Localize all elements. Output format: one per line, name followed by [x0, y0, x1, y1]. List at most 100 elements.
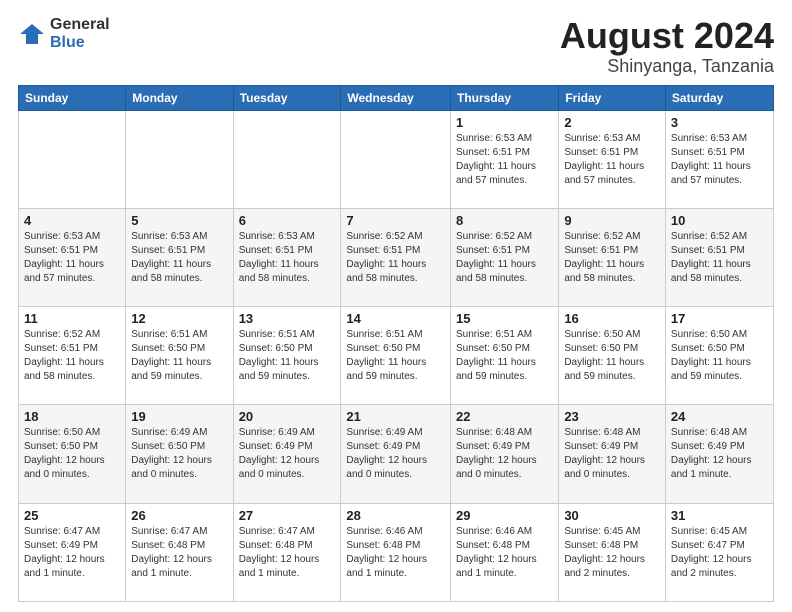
table-row: 12 Sunrise: 6:51 AM Sunset: 6:50 PM Dayli… [126, 307, 233, 405]
calendar-week-row: 18Sunrise: 6:50 AM Sunset: 6:50 PM Dayli… [19, 405, 774, 503]
day-info: Sunrise: 6:46 AM Sunset: 6:48 PM Dayligh… [346, 525, 445, 581]
day-info: Sunrise: 6:48 AM Sunset: 6:49 PM Dayligh… [564, 426, 660, 482]
day-number: 4 [24, 213, 120, 228]
day-info: Sunrise: 6:52 AM Sunset: 6:51 PM Dayligh… [564, 230, 660, 286]
table-row: 31 Sunrise: 6:45 AM Sunset: 6:47 PM Dayli… [665, 503, 773, 601]
table-row: 9 Sunrise: 6:52 AM Sunset: 6:51 PM Daylig… [559, 208, 666, 306]
day-info: Sunrise: 6:51 AM Sunset: 6:50 PM Dayligh… [239, 328, 336, 384]
table-row: 27 Sunrise: 6:47 AM Sunset: 6:48 PM Dayli… [233, 503, 341, 601]
table-row: 13 Sunrise: 6:51 AM Sunset: 6:50 PM Dayli… [233, 307, 341, 405]
table-row: 14Sunrise: 6:51 AM Sunset: 6:50 PM Dayli… [341, 307, 451, 405]
day-number: 9 [564, 213, 660, 228]
day-number: 12 [131, 311, 227, 326]
day-info: Sunrise: 6:48 AM Sunset: 6:49 PM Dayligh… [456, 426, 553, 482]
day-number: 13 [239, 311, 336, 326]
day-number: 11 [24, 311, 120, 326]
day-info: Sunrise: 6:48 AM Sunset: 6:49 PM Dayligh… [671, 426, 768, 482]
calendar-week-row: 1 Sunrise: 6:53 AM Sunset: 6:51 PM Daylig… [19, 110, 774, 208]
day-info: Sunrise: 6:49 AM Sunset: 6:50 PM Dayligh… [131, 426, 227, 482]
day-info: Sunrise: 6:53 AM Sunset: 6:51 PM Dayligh… [456, 132, 553, 188]
day-number: 21 [346, 409, 445, 424]
calendar-location: Shinyanga, Tanzania [560, 56, 774, 77]
table-row: 15Sunrise: 6:51 AM Sunset: 6:50 PM Dayli… [450, 307, 558, 405]
logo-blue-text: Blue [50, 34, 110, 52]
table-row: 7 Sunrise: 6:52 AM Sunset: 6:51 PM Daylig… [341, 208, 451, 306]
page: General Blue August 2024 Shinyanga, Tanz… [0, 0, 792, 612]
header: General Blue August 2024 Shinyanga, Tanz… [18, 16, 774, 77]
table-row: 20Sunrise: 6:49 AM Sunset: 6:49 PM Dayli… [233, 405, 341, 503]
table-row: 28 Sunrise: 6:46 AM Sunset: 6:48 PM Dayli… [341, 503, 451, 601]
logo-text: General Blue [50, 16, 110, 51]
table-row: 1 Sunrise: 6:53 AM Sunset: 6:51 PM Daylig… [450, 110, 558, 208]
day-info: Sunrise: 6:46 AM Sunset: 6:48 PM Dayligh… [456, 525, 553, 581]
table-row: 10Sunrise: 6:52 AM Sunset: 6:51 PM Dayli… [665, 208, 773, 306]
table-row: 5 Sunrise: 6:53 AM Sunset: 6:51 PM Daylig… [126, 208, 233, 306]
day-info: Sunrise: 6:52 AM Sunset: 6:51 PM Dayligh… [456, 230, 553, 286]
col-thursday: Thursday [450, 85, 558, 110]
day-number: 2 [564, 115, 660, 130]
day-info: Sunrise: 6:53 AM Sunset: 6:51 PM Dayligh… [24, 230, 120, 286]
day-number: 30 [564, 508, 660, 523]
table-row: 26 Sunrise: 6:47 AM Sunset: 6:48 PM Dayli… [126, 503, 233, 601]
table-row: 3 Sunrise: 6:53 AM Sunset: 6:51 PM Daylig… [665, 110, 773, 208]
col-sunday: Sunday [19, 85, 126, 110]
day-info: Sunrise: 6:53 AM Sunset: 6:51 PM Dayligh… [131, 230, 227, 286]
day-number: 24 [671, 409, 768, 424]
table-row: 24 Sunrise: 6:48 AM Sunset: 6:49 PM Dayli… [665, 405, 773, 503]
day-info: Sunrise: 6:50 AM Sunset: 6:50 PM Dayligh… [24, 426, 120, 482]
table-row: 18Sunrise: 6:50 AM Sunset: 6:50 PM Dayli… [19, 405, 126, 503]
day-number: 27 [239, 508, 336, 523]
day-number: 8 [456, 213, 553, 228]
table-row: 25 Sunrise: 6:47 AM Sunset: 6:49 PM Dayli… [19, 503, 126, 601]
day-info: Sunrise: 6:47 AM Sunset: 6:48 PM Dayligh… [131, 525, 227, 581]
day-number: 3 [671, 115, 768, 130]
table-row: 21Sunrise: 6:49 AM Sunset: 6:49 PM Dayli… [341, 405, 451, 503]
day-number: 5 [131, 213, 227, 228]
table-row: 30Sunrise: 6:45 AM Sunset: 6:48 PM Dayli… [559, 503, 666, 601]
table-row: 2Sunrise: 6:53 AM Sunset: 6:51 PM Daylig… [559, 110, 666, 208]
table-row [19, 110, 126, 208]
calendar-week-row: 25 Sunrise: 6:47 AM Sunset: 6:49 PM Dayli… [19, 503, 774, 601]
day-number: 29 [456, 508, 553, 523]
day-info: Sunrise: 6:51 AM Sunset: 6:50 PM Dayligh… [131, 328, 227, 384]
logo-general-text: General [50, 16, 110, 34]
day-info: Sunrise: 6:50 AM Sunset: 6:50 PM Dayligh… [564, 328, 660, 384]
day-number: 23 [564, 409, 660, 424]
calendar-title: August 2024 [560, 16, 774, 56]
calendar-week-row: 4 Sunrise: 6:53 AM Sunset: 6:51 PM Daylig… [19, 208, 774, 306]
day-number: 19 [131, 409, 227, 424]
day-info: Sunrise: 6:53 AM Sunset: 6:51 PM Dayligh… [671, 132, 768, 188]
title-block: August 2024 Shinyanga, Tanzania [560, 16, 774, 77]
day-number: 16 [564, 311, 660, 326]
day-number: 14 [346, 311, 445, 326]
day-info: Sunrise: 6:52 AM Sunset: 6:51 PM Dayligh… [24, 328, 120, 384]
day-info: Sunrise: 6:47 AM Sunset: 6:49 PM Dayligh… [24, 525, 120, 581]
day-info: Sunrise: 6:47 AM Sunset: 6:48 PM Dayligh… [239, 525, 336, 581]
col-friday: Friday [559, 85, 666, 110]
day-info: Sunrise: 6:45 AM Sunset: 6:47 PM Dayligh… [671, 525, 768, 581]
table-row: 11 Sunrise: 6:52 AM Sunset: 6:51 PM Dayli… [19, 307, 126, 405]
logo-icon [18, 20, 46, 48]
day-number: 25 [24, 508, 120, 523]
table-row: 6Sunrise: 6:53 AM Sunset: 6:51 PM Daylig… [233, 208, 341, 306]
table-row: 22Sunrise: 6:48 AM Sunset: 6:49 PM Dayli… [450, 405, 558, 503]
day-number: 26 [131, 508, 227, 523]
day-info: Sunrise: 6:53 AM Sunset: 6:51 PM Dayligh… [239, 230, 336, 286]
table-row [233, 110, 341, 208]
day-number: 17 [671, 311, 768, 326]
calendar-table: Sunday Monday Tuesday Wednesday Thursday… [18, 85, 774, 602]
col-monday: Monday [126, 85, 233, 110]
day-number: 28 [346, 508, 445, 523]
col-wednesday: Wednesday [341, 85, 451, 110]
day-number: 7 [346, 213, 445, 228]
table-row: 29 Sunrise: 6:46 AM Sunset: 6:48 PM Dayli… [450, 503, 558, 601]
table-row: 8 Sunrise: 6:52 AM Sunset: 6:51 PM Daylig… [450, 208, 558, 306]
logo: General Blue [18, 16, 110, 51]
table-row [126, 110, 233, 208]
day-number: 1 [456, 115, 553, 130]
table-row: 16 Sunrise: 6:50 AM Sunset: 6:50 PM Dayli… [559, 307, 666, 405]
day-number: 31 [671, 508, 768, 523]
col-tuesday: Tuesday [233, 85, 341, 110]
day-info: Sunrise: 6:52 AM Sunset: 6:51 PM Dayligh… [346, 230, 445, 286]
col-saturday: Saturday [665, 85, 773, 110]
